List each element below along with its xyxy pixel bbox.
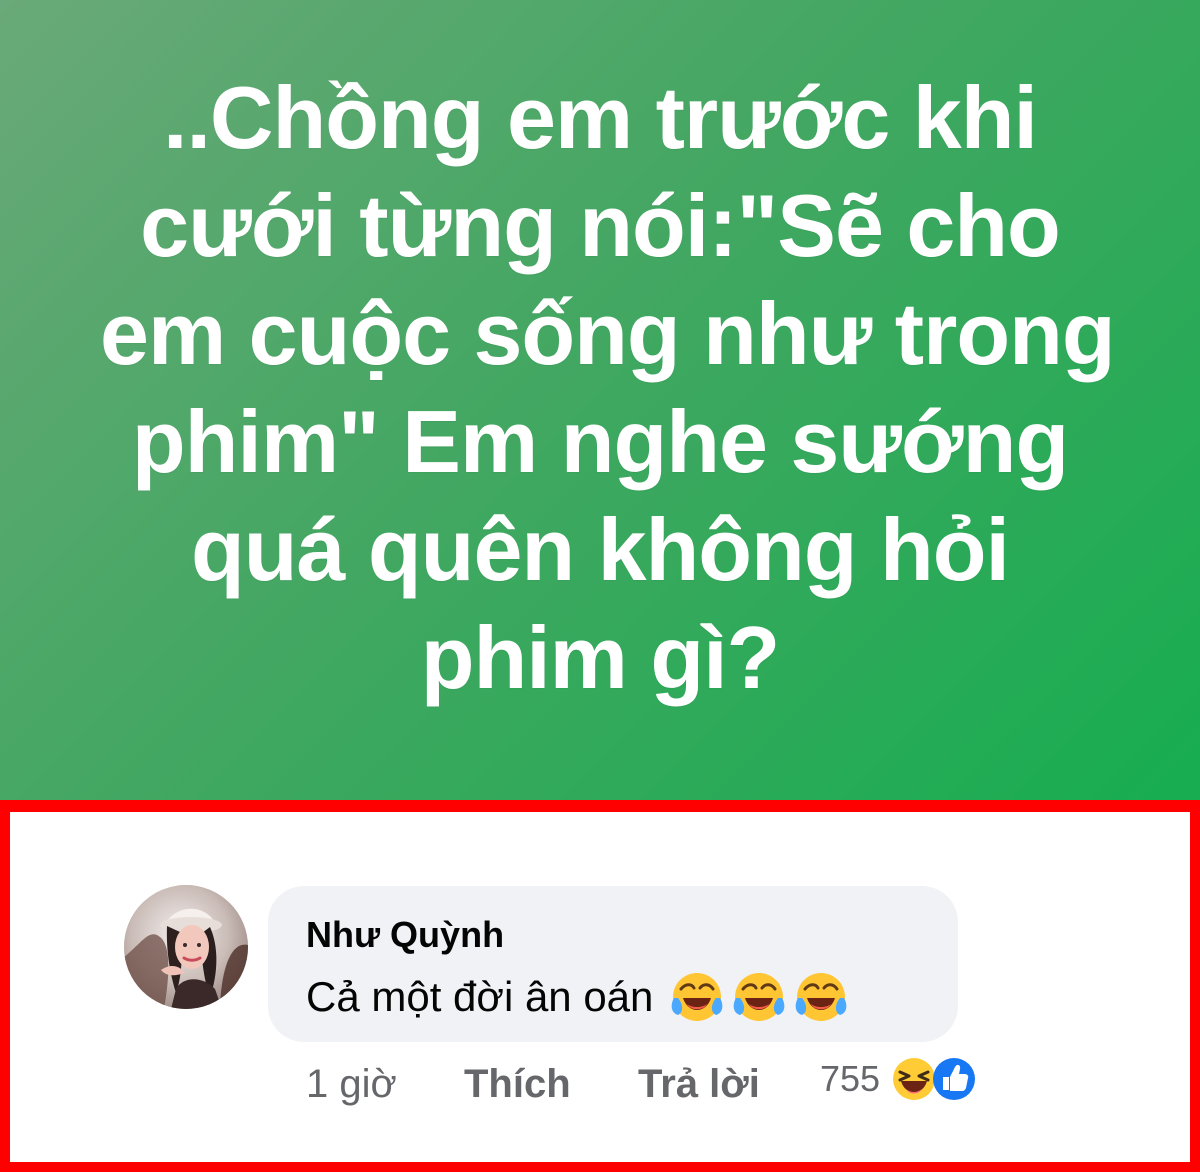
comment-text: Cả một đời ân oán	[306, 973, 654, 1020]
reply-button[interactable]: Trả lời	[638, 1062, 760, 1107]
reaction-count: 755	[820, 1058, 881, 1099]
comment-time[interactable]: 1 giờ	[306, 1062, 397, 1107]
comment-content: Cả một đời ân oán	[306, 969, 849, 1025]
highlighted-comment-section: Như Quỳnh Cả một đời ân oán 1 giờ Thích …	[0, 800, 1200, 1172]
tears-of-joy-icon	[796, 973, 847, 1021]
reaction-summary[interactable]: 755	[820, 1055, 978, 1103]
like-reaction-icon	[933, 1058, 976, 1100]
like-button[interactable]: Thích	[464, 1062, 571, 1107]
tears-of-joy-icon	[672, 973, 723, 1021]
post-text-line: ..Chồng em trước khi	[163, 68, 1038, 167]
post-text-line: phim gì?	[420, 608, 781, 707]
comment-emojis	[669, 969, 849, 1025]
comment-bubble[interactable]: Như Quỳnh Cả một đời ân oán	[268, 886, 958, 1042]
avatar[interactable]	[124, 885, 248, 1009]
post-text-line: cưới từng nói:"Sẽ cho	[140, 176, 1061, 275]
reaction-icons	[890, 1055, 978, 1103]
post-text: ..Chồng em trước khi cưới từng nói:"Sẽ c…	[100, 64, 1116, 712]
tears-of-joy-icon	[734, 973, 785, 1021]
facebook-post: ..Chồng em trước khi cưới từng nói:"Sẽ c…	[0, 0, 1200, 1172]
comment-author-name[interactable]: Như Quỳnh	[306, 914, 504, 956]
post-text-line: phim" Em nghe sướng	[131, 392, 1069, 491]
post-text-background: ..Chồng em trước khi cưới từng nói:"Sẽ c…	[0, 0, 1200, 800]
post-text-line: quá quên không hỏi	[191, 500, 1010, 599]
post-text-line: em cuộc sống như trong	[100, 284, 1116, 383]
